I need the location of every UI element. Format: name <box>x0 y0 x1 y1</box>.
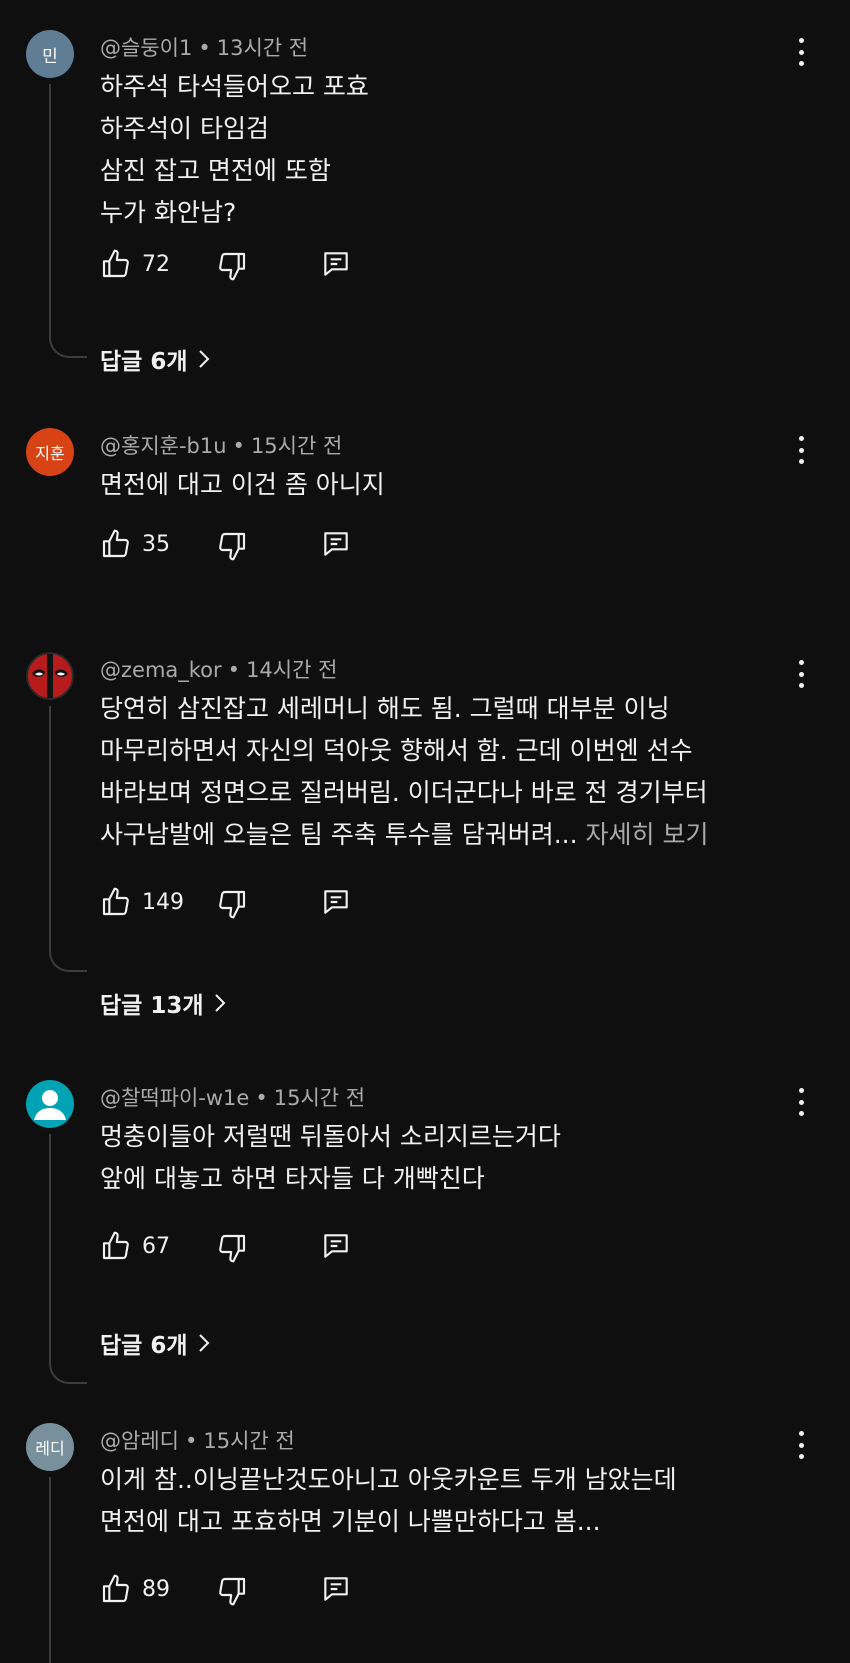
comment-text: 이게 참..이닝끝난것도아니고 아웃카운트 두개 남았는데 면전에 대고 포효하… <box>100 1459 790 1543</box>
comment-header: @암레디 • 15시간 전 <box>100 1425 295 1455</box>
more-options-icon[interactable] <box>790 432 812 468</box>
comment-actions: 72 <box>100 248 400 284</box>
comment-actions: 89 <box>100 1573 400 1609</box>
avatar[interactable]: 민 <box>26 30 74 78</box>
like-count: 72 <box>142 252 170 277</box>
deadpool-mask-icon <box>26 652 74 700</box>
replies-label: 답글 13개 <box>100 993 204 1019</box>
thread-line <box>49 706 51 954</box>
thumbs-down-icon[interactable] <box>216 888 248 920</box>
replies-button[interactable]: 답글 6개 <box>100 1326 210 1360</box>
timestamp: 14시간 전 <box>246 658 338 682</box>
thumbs-up-icon[interactable] <box>100 1230 132 1262</box>
more-options-icon[interactable] <box>790 1084 812 1120</box>
thumbs-up-icon[interactable] <box>100 248 132 280</box>
thread-curve <box>49 1356 87 1384</box>
comment-line: 사구남발에 오늘은 팀 주축 투수를 담궈버려... 자세히 보기 <box>100 814 790 856</box>
reply-icon[interactable] <box>320 886 352 918</box>
reply-icon[interactable] <box>320 248 352 280</box>
comment-header: @zema_kor • 14시간 전 <box>100 654 337 684</box>
header-separator: • <box>255 1086 268 1110</box>
comment-header: @슬둥이1 • 13시간 전 <box>100 32 308 62</box>
avatar[interactable] <box>26 652 74 700</box>
author-name[interactable]: @zema_kor <box>100 658 222 682</box>
replies-label: 답글 6개 <box>100 1333 188 1359</box>
avatar[interactable] <box>26 1080 74 1128</box>
default-user-icon <box>34 1090 66 1120</box>
thread-line <box>49 1477 51 1663</box>
comment-text: 하주석 타석들어오고 포효 하주석이 타임검 삼진 잡고 면전에 또함 누가 화… <box>100 66 790 234</box>
comment-line: 누가 화안남? <box>100 198 237 227</box>
like-count: 67 <box>142 1234 170 1259</box>
thread-curve <box>49 330 87 358</box>
timestamp: 15시간 전 <box>250 434 343 458</box>
comment-line-text: 사구남발에 오늘은 팀 주축 투수를 담궈버려... <box>100 820 578 849</box>
chevron-right-icon <box>198 1334 209 1352</box>
thumbs-down-icon[interactable] <box>216 1232 248 1264</box>
thumbs-up-icon[interactable] <box>100 528 132 560</box>
comment-line: 멍충이들아 저럴땐 뒤돌아서 소리지르는거다 <box>100 1122 561 1151</box>
comment-line: 하주석 타석들어오고 포효 <box>100 72 369 101</box>
comment-line: 마무리하면서 자신의 덕아웃 향해서 함. 근데 이번엔 선수 <box>100 736 693 765</box>
thumbs-up-icon[interactable] <box>100 1573 132 1605</box>
timestamp: 15시간 전 <box>203 1429 295 1453</box>
author-name[interactable]: @암레디 <box>100 1429 179 1453</box>
comment-actions: 67 <box>100 1230 400 1266</box>
header-separator: • <box>232 434 245 458</box>
author-name[interactable]: @홍지훈-b1u <box>100 434 227 458</box>
comment-header: @홍지훈-b1u • 15시간 전 <box>100 430 342 460</box>
reply-icon[interactable] <box>320 1573 352 1605</box>
thumbs-down-icon[interactable] <box>216 250 248 282</box>
comment-line: 면전에 대고 이건 좀 아니지 <box>100 470 385 499</box>
more-options-icon[interactable] <box>790 656 812 692</box>
comment-actions: 35 <box>100 528 400 564</box>
thumbs-up-icon[interactable] <box>100 886 132 918</box>
chevron-right-icon <box>214 994 225 1012</box>
comment-header: @찰떡파이-w1e • 15시간 전 <box>100 1082 365 1112</box>
comment-text: 면전에 대고 이건 좀 아니지 <box>100 464 790 506</box>
avatar[interactable]: 지훈 <box>26 428 74 476</box>
comment-line: 삼진 잡고 면전에 또함 <box>100 156 331 185</box>
comment-line: 면전에 대고 포효하면 기분이 나쁠만하다고 봄... <box>100 1507 601 1536</box>
thumbs-down-icon[interactable] <box>216 1575 248 1607</box>
author-name[interactable]: @찰떡파이-w1e <box>100 1086 249 1110</box>
comment-text: 멍충이들아 저럴땐 뒤돌아서 소리지르는거다 앞에 대놓고 하면 타자들 다 개… <box>100 1116 790 1200</box>
avatar[interactable]: 레디 <box>26 1423 74 1471</box>
like-count: 149 <box>142 890 184 915</box>
chevron-right-icon <box>198 350 209 368</box>
reply-icon[interactable] <box>320 1230 352 1262</box>
reply-icon[interactable] <box>320 528 352 560</box>
more-options-icon[interactable] <box>790 1427 812 1463</box>
like-count: 89 <box>142 1577 170 1602</box>
header-separator: • <box>198 36 211 60</box>
comment-line: 바라보며 정면으로 질러버림. 이더군다나 바로 전 경기부터 <box>100 778 708 807</box>
author-name[interactable]: @슬둥이1 <box>100 36 192 60</box>
replies-button[interactable]: 답글 13개 <box>100 986 226 1020</box>
more-options-icon[interactable] <box>790 34 812 70</box>
header-separator: • <box>184 1429 198 1453</box>
comment-actions: 149 <box>100 886 400 922</box>
like-count: 35 <box>142 532 170 557</box>
replies-button[interactable]: 답글 6개 <box>100 342 210 376</box>
thread-line <box>49 1134 51 1366</box>
thumbs-down-icon[interactable] <box>216 530 248 562</box>
header-separator: • <box>227 658 241 682</box>
comment-line: 하주석이 타임검 <box>100 114 269 143</box>
comment-line: 이게 참..이닝끝난것도아니고 아웃카운트 두개 남았는데 <box>100 1465 677 1494</box>
thread-line <box>49 84 51 340</box>
read-more-link[interactable]: 자세히 보기 <box>586 820 709 849</box>
comment-text: 당연히 삼진잡고 세레머니 해도 됨. 그럴때 대부분 이닝 마무리하면서 자신… <box>100 688 790 856</box>
thread-curve <box>49 944 87 972</box>
comment-line: 당연히 삼진잡고 세레머니 해도 됨. 그럴때 대부분 이닝 <box>100 694 670 723</box>
replies-label: 답글 6개 <box>100 349 188 375</box>
comment-line: 앞에 대놓고 하면 타자들 다 개빡친다 <box>100 1164 485 1193</box>
timestamp: 13시간 전 <box>216 36 309 60</box>
timestamp: 15시간 전 <box>273 1086 366 1110</box>
